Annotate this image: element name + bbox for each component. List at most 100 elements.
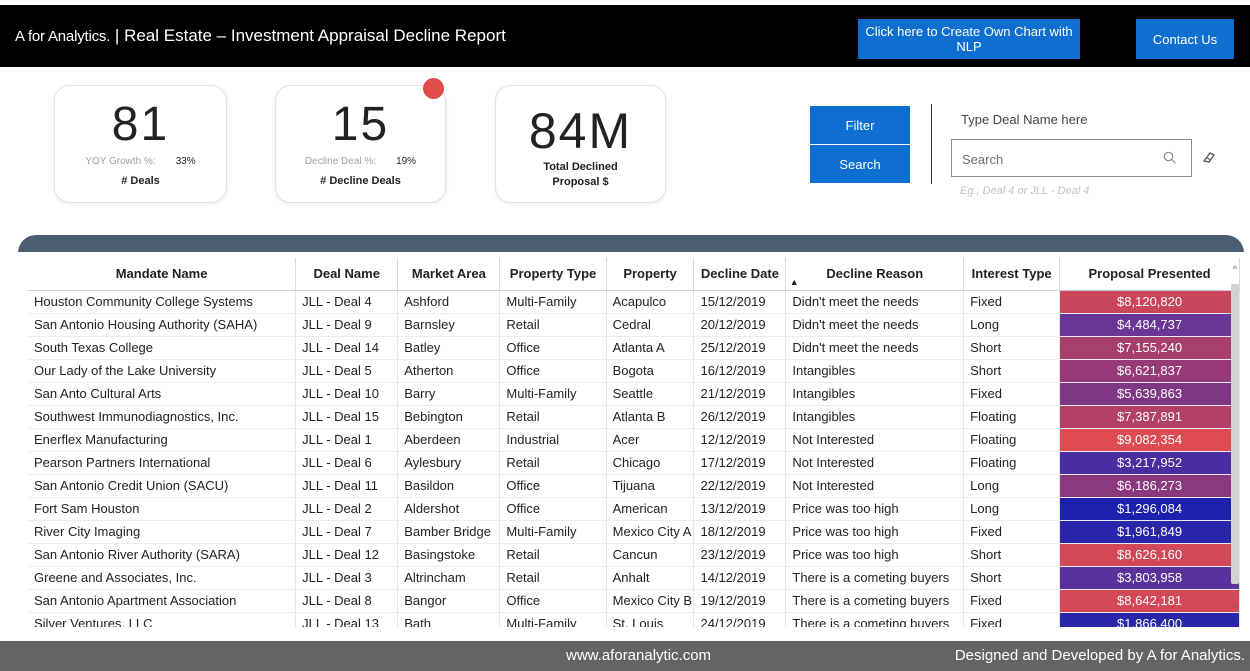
title-separator: | <box>114 26 120 45</box>
decline-deals-count: 15 <box>331 98 390 151</box>
column-header[interactable]: Proposal Presented <box>1059 258 1240 291</box>
header-bar: A for Analytics. | Real Estate – Investm… <box>0 5 1250 67</box>
table-cell: Barnsley <box>397 313 501 337</box>
table-cell: JLL - Deal 13 <box>295 612 399 627</box>
table-cell: JLL - Deal 3 <box>295 566 399 590</box>
table-cell: Office <box>499 474 607 498</box>
search-icon[interactable] <box>1163 151 1177 165</box>
filter-button[interactable]: Filter <box>810 106 910 144</box>
table-row[interactable]: Silver Ventures, LLC JLL - Deal 13 Bath Mul… <box>28 612 1240 627</box>
search-input[interactable] <box>962 149 1152 169</box>
column-header[interactable]: Property Type <box>499 258 607 291</box>
table-cell: 19/12/2019 <box>693 589 787 613</box>
table-cell: Office <box>499 336 607 360</box>
table-cell: JLL - Deal 11 <box>295 474 399 498</box>
scroll-up-icon[interactable]: ^ <box>1228 262 1242 276</box>
column-header-label: Decline Date <box>700 266 779 282</box>
table-cell: Office <box>499 497 607 521</box>
table-row[interactable]: Our Lady of the Lake University JLL - Dea… <box>28 359 1240 383</box>
table-cell: 14/12/2019 <box>693 566 787 590</box>
table-row[interactable]: Houston Community College Systems JLL - D… <box>28 290 1240 314</box>
table-cell: 18/12/2019 <box>693 520 787 544</box>
table-cell: Tijuana <box>606 474 695 498</box>
table-cell: $4,484,737 <box>1059 313 1240 337</box>
table-cell: Basildon <box>397 474 501 498</box>
table-cell: Silver Ventures, LLC <box>28 612 297 627</box>
scroll-thumb[interactable] <box>1231 284 1239 584</box>
create-chart-nlp-button[interactable]: Click here to Create Own Chart with NLP <box>858 19 1080 59</box>
column-header[interactable]: Deal Name <box>295 258 399 291</box>
table-row[interactable]: Greene and Associates, Inc. JLL - Deal 3A… <box>28 566 1240 590</box>
sort-ascending-icon[interactable]: ▲ <box>790 277 799 287</box>
table-cell: 15/12/2019 <box>693 290 787 314</box>
column-header-label: Interest Type <box>971 266 1052 282</box>
table-row[interactable]: Southwest Immunodiagnostics, Inc. JLL - D… <box>28 405 1240 429</box>
contact-us-button[interactable]: Contact Us <box>1136 19 1234 59</box>
table-cell: $5,639,863 <box>1059 382 1240 406</box>
column-header[interactable]: Interest Type <box>963 258 1061 291</box>
table-cell: JLL - Deal 4 <box>295 290 399 314</box>
table-cell: Bogota <box>606 359 695 383</box>
table-row[interactable]: San Antonio Housing Authority (SAHA) JLL … <box>28 313 1240 337</box>
search-title: Type Deal Name here <box>961 112 1088 127</box>
table-cell: Didn't meet the needs <box>785 290 965 314</box>
table-cell: Multi-Family <box>499 520 607 544</box>
table-cell: $3,217,952 <box>1059 451 1240 475</box>
table-row[interactable]: San Antonio River Authority (SARA) JLL - … <box>28 543 1240 567</box>
table-row[interactable]: Pearson Partners International JLL - Deal… <box>28 451 1240 475</box>
table-cell: San Antonio River Authority (SARA) <box>28 543 297 567</box>
table-row[interactable]: River City Imaging JLL - Deal 7 Bamber Bri… <box>28 520 1240 544</box>
column-header[interactable]: Decline Date <box>693 258 787 291</box>
table-cell: Mexico City B <box>606 589 695 613</box>
table-cell: JLL - Deal 1 <box>295 428 399 452</box>
table-cell: Greene and Associates, Inc. <box>28 566 297 590</box>
table-cell: JLL - Deal 5 <box>295 359 399 383</box>
table-cell: 17/12/2019 <box>693 451 787 475</box>
table-cell: $8,626,160 <box>1059 543 1240 567</box>
total-declined-value: 84M <box>528 103 633 159</box>
column-header[interactable]: Market Area <box>397 258 501 291</box>
table-row[interactable]: San Antonio Apartment Association JLL - D… <box>28 589 1240 613</box>
decline-table: Mandate Name Deal Name Market Area Property… <box>28 258 1240 627</box>
table-cell: Floating <box>963 405 1061 429</box>
footer-url[interactable]: www.aforanalytic.com <box>566 647 711 664</box>
table-row[interactable]: San Antonio Credit Union (SACU) JLL - Dea… <box>28 474 1240 498</box>
table-cell: Batley <box>397 336 501 360</box>
decline-deal-pct: Decline Deal %: 19% <box>276 156 445 167</box>
column-header-label: Deal Name <box>313 266 380 282</box>
table-row[interactable]: San Anto Cultural Arts JLL - Deal 10 Barry… <box>28 382 1240 406</box>
table-cell: San Anto Cultural Arts <box>28 382 297 406</box>
table-cell: Didn't meet the needs <box>785 336 965 360</box>
table-cell: Cedral <box>606 313 695 337</box>
alert-dot-icon <box>423 78 444 99</box>
column-header[interactable]: Mandate Name <box>28 258 297 291</box>
decline-deal-pct-value: 19% <box>396 156 417 167</box>
table-cell: 21/12/2019 <box>693 382 787 406</box>
report-title: A for Analytics. | Real Estate – Investm… <box>15 5 506 67</box>
table-cell: Fixed <box>963 290 1061 314</box>
deals-caption: # Deals <box>121 175 160 187</box>
column-header[interactable]: Property <box>606 258 695 291</box>
total-declined-caption-line2: Proposal $ <box>552 176 609 188</box>
table-row[interactable]: South Texas College JLL - Deal 14 Batley Of… <box>28 336 1240 360</box>
column-header[interactable]: Decline Reason ▲ <box>785 258 965 291</box>
table-cell: Ashford <box>397 290 501 314</box>
table-cell: Seattle <box>606 382 695 406</box>
table-cell: Intangibles <box>785 359 965 383</box>
table-row[interactable]: Fort Sam Houston JLL - Deal 2 Aldershot Off… <box>28 497 1240 521</box>
table-cell: Cancun <box>606 543 695 567</box>
scroll-down-icon[interactable]: v <box>1228 598 1242 612</box>
table-cell: $7,155,240 <box>1059 336 1240 360</box>
deals-count: 81 <box>111 98 170 151</box>
table-cell: JLL - Deal 15 <box>295 405 399 429</box>
table-cell: Multi-Family <box>499 290 607 314</box>
table-cell: San Antonio Credit Union (SACU) <box>28 474 297 498</box>
eraser-icon[interactable] <box>1202 150 1216 164</box>
table-cell: Industrial <box>499 428 607 452</box>
table-cell: Retail <box>499 543 607 567</box>
table-cell: Acapulco <box>606 290 695 314</box>
table-cell: Multi-Family <box>499 612 607 627</box>
table-scrollbar[interactable]: ^ v <box>1228 262 1242 622</box>
table-row[interactable]: Enerflex Manufacturing JLL - Deal 1 Aberde… <box>28 428 1240 452</box>
search-button[interactable]: Search <box>810 145 910 183</box>
